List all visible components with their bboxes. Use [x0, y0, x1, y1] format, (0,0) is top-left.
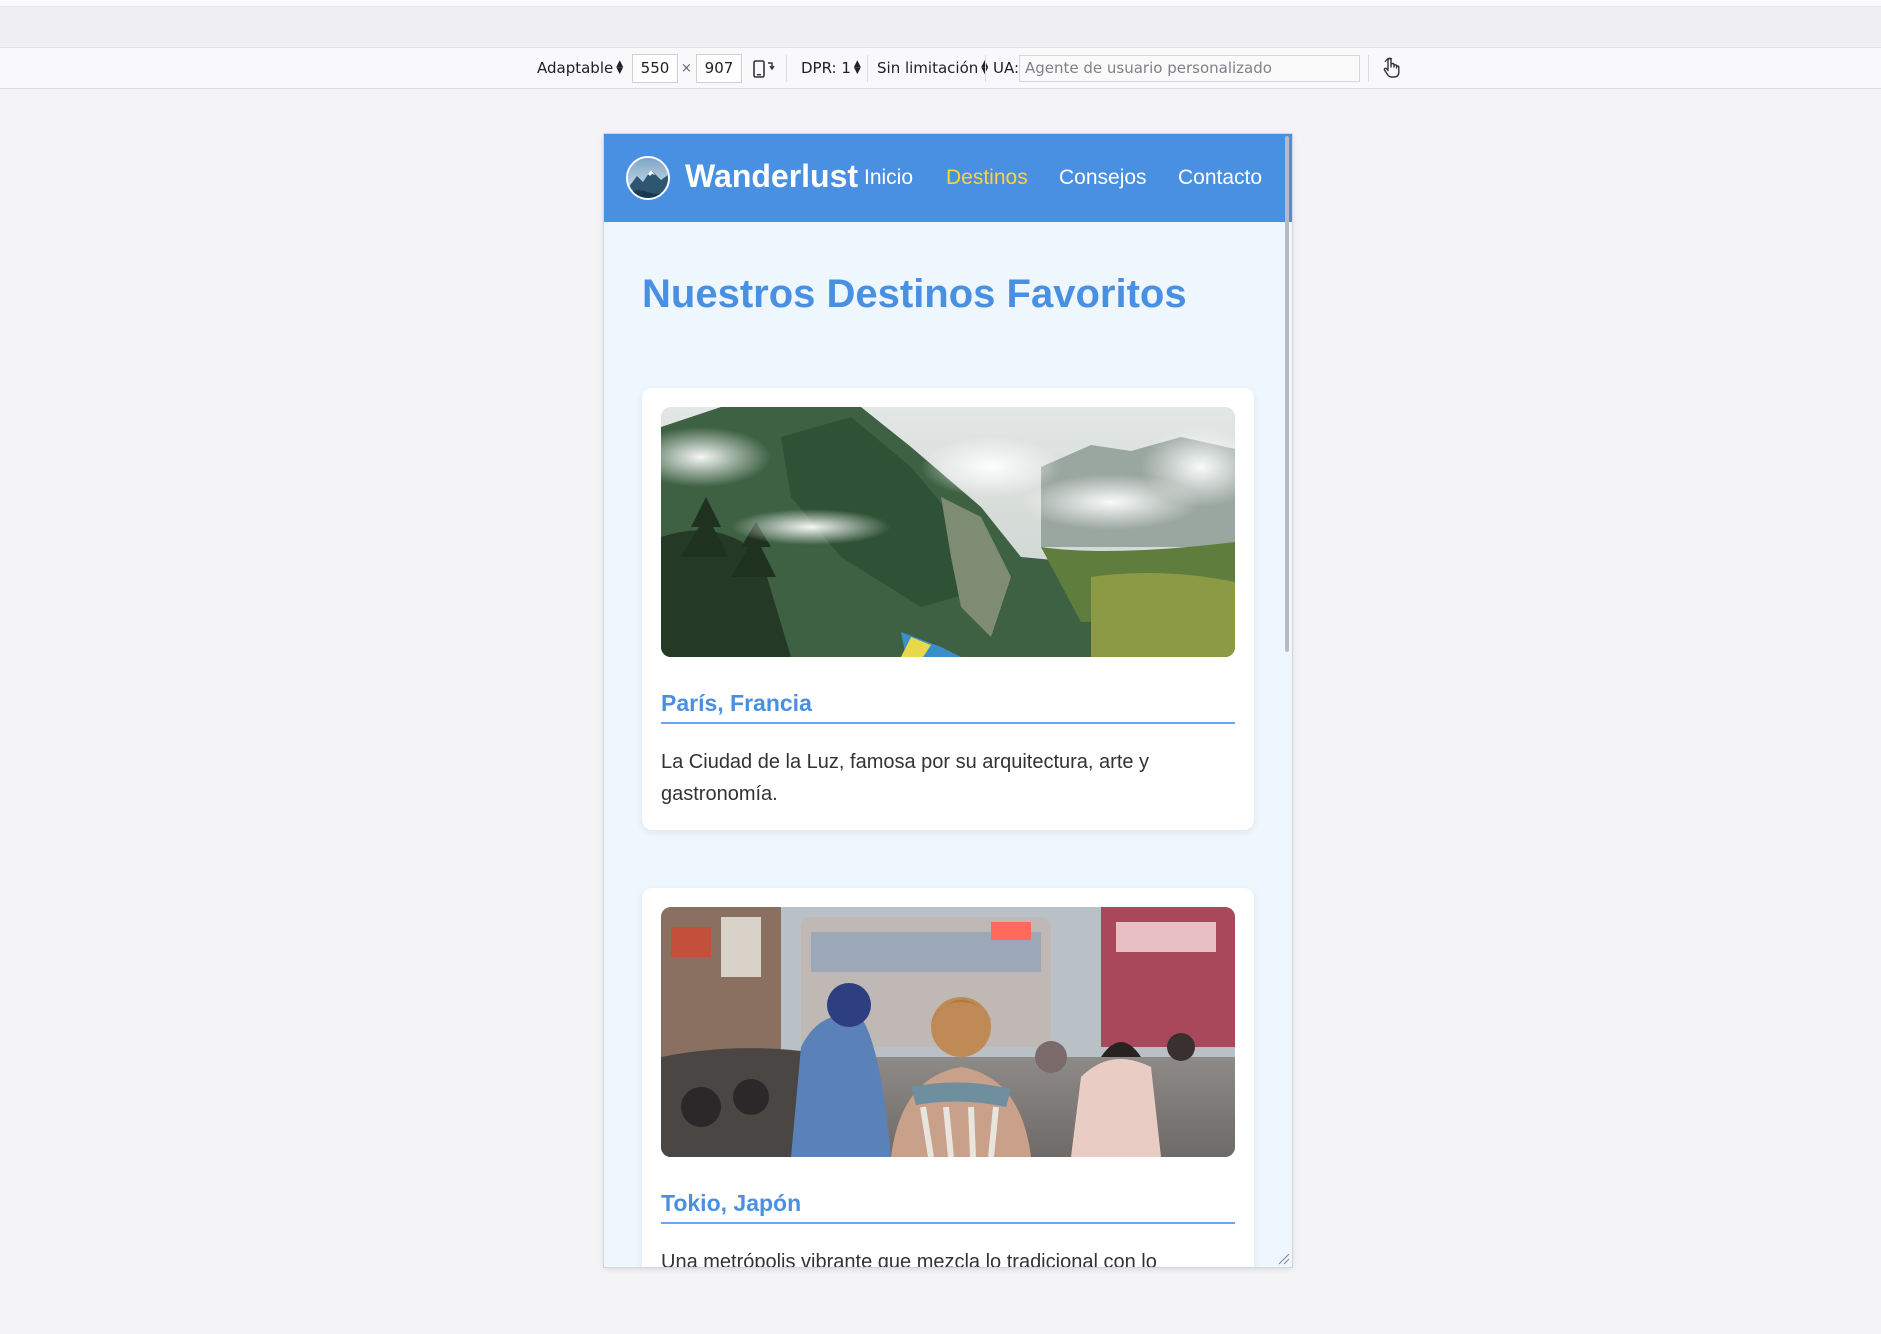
destination-image: [661, 907, 1235, 1157]
dpr-selector-label: DPR: 1: [801, 59, 851, 77]
rotate-device-button[interactable]: [752, 48, 776, 88]
nav-link-destinos[interactable]: Destinos: [946, 166, 1028, 190]
nav-link-contacto[interactable]: Contacto: [1178, 166, 1262, 190]
device-selector-label: Adaptable: [537, 59, 614, 77]
site-navbar: Wanderlust Inicio Destinos Consejos Cont…: [604, 134, 1292, 222]
destination-image: [661, 407, 1235, 657]
destination-title: Tokio, Japón: [661, 1190, 802, 1216]
viewport-width-input[interactable]: 550: [632, 53, 678, 83]
dimension-separator: ×: [681, 60, 692, 76]
user-agent-input[interactable]: Agente de usuario personalizado: [1019, 54, 1360, 82]
toolbar-divider: [786, 55, 787, 82]
browser-top-strip: [0, 0, 1881, 7]
mountain-logo-icon: [628, 158, 668, 198]
throttle-selector[interactable]: Sin limitación ▲▼: [877, 48, 988, 88]
title-underline: [661, 1222, 1235, 1224]
destination-card: París, Francia La Ciudad de la Luz, famo…: [642, 388, 1254, 830]
city-street-image: [661, 907, 1235, 1157]
browser-tab-bar: [0, 7, 1881, 46]
destination-description: Una metrópolis vibrante que mezcla lo tr…: [661, 1251, 1157, 1267]
nav-link-consejos[interactable]: Consejos: [1059, 166, 1147, 190]
toolbar-divider: [1368, 55, 1369, 82]
destination-title: París, Francia: [661, 690, 812, 716]
page-title: Nuestros Destinos Favoritos: [642, 272, 1187, 316]
device-selector[interactable]: Adaptable ▲ ▼: [537, 48, 623, 88]
throttle-selector-label: Sin limitación: [877, 59, 979, 77]
dpr-selector[interactable]: DPR: 1 ▲ ▼: [801, 48, 861, 88]
viewport-height-input[interactable]: 907: [696, 53, 742, 83]
nav-link-inicio[interactable]: Inicio: [864, 166, 913, 190]
responsive-design-toolbar: Adaptable ▲ ▼ 550 × 907 DPR: 1 ▲ ▼ Sin lim…: [0, 47, 1881, 89]
mountain-landscape-image: [661, 407, 1235, 657]
destination-description: La Ciudad de la Luz, famosa por su arqui…: [661, 751, 1150, 805]
updown-arrows-icon: ▲▼: [616, 59, 624, 76]
touch-hand-icon: [1383, 57, 1400, 78]
site-brand[interactable]: Wanderlust: [685, 158, 858, 195]
toolbar-divider: [867, 55, 868, 82]
rotate-device-icon: [753, 60, 775, 78]
destination-card: Tokio, Japón Una metrópolis vibrante que…: [642, 888, 1254, 1267]
title-underline: [661, 722, 1235, 724]
touch-simulation-button[interactable]: [1380, 48, 1402, 88]
ua-label: UA:: [993, 59, 1020, 77]
resize-grip-icon[interactable]: [1276, 1251, 1290, 1265]
updown-arrows-icon: ▲▼: [853, 59, 861, 76]
toolbar-divider: [985, 55, 986, 82]
site-logo[interactable]: [626, 156, 670, 200]
viewport-scrollbar[interactable]: [1285, 136, 1289, 652]
responsive-viewport: Wanderlust Inicio Destinos Consejos Cont…: [604, 134, 1292, 1267]
